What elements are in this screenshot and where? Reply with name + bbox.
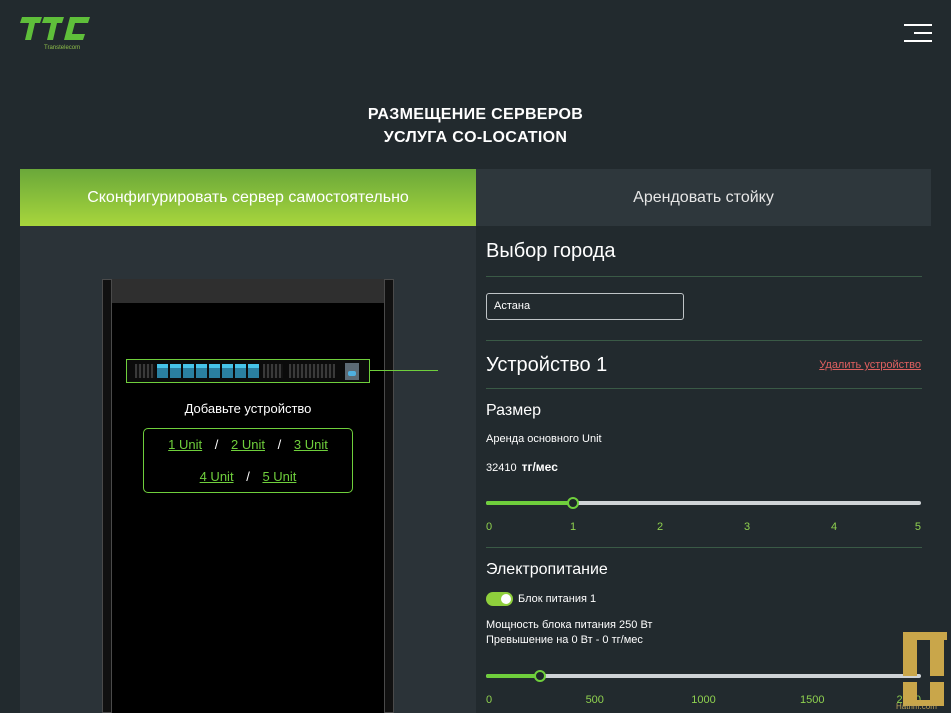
server-vent	[289, 364, 335, 378]
power-tick: 1000	[691, 694, 716, 706]
ttc-logo[interactable]: Transtelecom	[20, 14, 92, 54]
server-port	[235, 364, 246, 378]
server-port	[157, 364, 168, 378]
unit-link-4[interactable]: 4 Unit	[200, 469, 234, 484]
size-tick: 2	[656, 521, 664, 533]
power-ticks: 0500100015002000	[486, 694, 921, 708]
server-vent	[263, 364, 283, 378]
watermark-logo	[903, 632, 947, 706]
unit-size-slider[interactable]	[486, 497, 921, 509]
unit-separator: /	[214, 437, 219, 452]
power-tick: 0	[486, 694, 493, 706]
page-title: РАЗМЕЩЕНИЕ СЕРВЕРОВ УСЛУГА CO-LOCATION	[0, 103, 951, 149]
size-tick: 0	[486, 521, 493, 533]
divider	[486, 388, 922, 389]
divider	[486, 547, 922, 548]
server-port	[222, 364, 233, 378]
unit-separator: /	[246, 469, 250, 484]
size-heading: Размер	[486, 402, 541, 419]
slider-fill	[486, 674, 541, 678]
tab-configure-server[interactable]: Сконфигурировать сервер самостоятельно	[20, 169, 476, 236]
power-tick: 1500	[800, 694, 825, 706]
server-port	[209, 364, 220, 378]
size-tick: 1	[569, 521, 577, 533]
psu-excess-text: Превышение на 0 Вт - 0 тг/мес	[486, 634, 643, 646]
server-vent	[135, 364, 155, 378]
add-device-label: Добавьте устройство	[184, 401, 312, 416]
size-tick: 4	[830, 521, 838, 533]
price-unit: тг/мес	[521, 460, 558, 474]
server-port	[248, 364, 259, 378]
psu-toggle-label: Блок питания 1	[518, 593, 597, 605]
logo-subtitle: Transtelecom	[44, 45, 81, 51]
rent-label: Аренда основного Unit	[486, 433, 602, 445]
rack-top	[112, 279, 384, 303]
unit-row-1: 1 Unit / 2 Unit / 3 Unit	[144, 437, 352, 452]
toggle-knob	[501, 594, 511, 604]
price: 32410 тг/мес	[486, 460, 558, 474]
unit-selector: 1 Unit / 2 Unit / 3 Unit 4 Unit / 5 Unit	[143, 428, 353, 493]
watermark-caption: Hatrim.com	[896, 702, 937, 711]
server-port	[183, 364, 194, 378]
unit-size-ticks: 0 1 2 3 4 5	[486, 521, 921, 535]
unit-link-5[interactable]: 5 Unit	[262, 469, 296, 484]
tab-rent-rack[interactable]: Арендовать стойку	[476, 169, 931, 226]
unit-link-3[interactable]: 3 Unit	[294, 437, 328, 452]
price-value: 32410	[486, 462, 517, 474]
page-title-line2: УСЛУГА CO-LOCATION	[383, 129, 568, 146]
server-rack	[102, 279, 394, 713]
logo-mark	[20, 17, 90, 40]
city-select[interactable]: Астана	[486, 293, 684, 320]
slider-fill	[486, 501, 573, 505]
power-slider[interactable]	[486, 670, 921, 682]
rack-post-right	[384, 279, 394, 713]
power-heading: Электропитание	[486, 561, 608, 578]
unit-link-1[interactable]: 1 Unit	[168, 437, 202, 452]
size-tick: 3	[743, 521, 751, 533]
unit-row-2: 4 Unit / 5 Unit	[144, 469, 352, 484]
delete-device-link[interactable]: Удалить устройство	[819, 359, 921, 371]
divider	[486, 276, 922, 277]
psu-power-text: Мощность блока питания 250 Вт	[486, 619, 653, 631]
divider	[486, 340, 922, 341]
size-tick: 5	[914, 521, 921, 533]
server-power-icon	[345, 363, 359, 380]
city-heading: Выбор города	[486, 240, 616, 262]
slider-handle[interactable]	[567, 497, 579, 509]
server-connector-line	[370, 370, 438, 371]
tab-configure-server-label: Сконфигурировать сервер самостоятельно	[87, 188, 409, 206]
power-tick: 500	[585, 694, 604, 706]
page-title-line1: РАЗМЕЩЕНИЕ СЕРВЕРОВ	[367, 106, 584, 123]
rack-post-left	[102, 279, 112, 713]
psu-toggle[interactable]	[486, 592, 513, 606]
unit-separator: /	[277, 437, 282, 452]
tab-rent-rack-label: Арендовать стойку	[633, 188, 774, 206]
unit-link-2[interactable]: 2 Unit	[231, 437, 265, 452]
server-port	[196, 364, 207, 378]
server-unit[interactable]	[126, 359, 370, 383]
menu-icon[interactable]	[904, 24, 932, 44]
server-port	[170, 364, 181, 378]
device-heading: Устройство 1	[486, 354, 608, 376]
